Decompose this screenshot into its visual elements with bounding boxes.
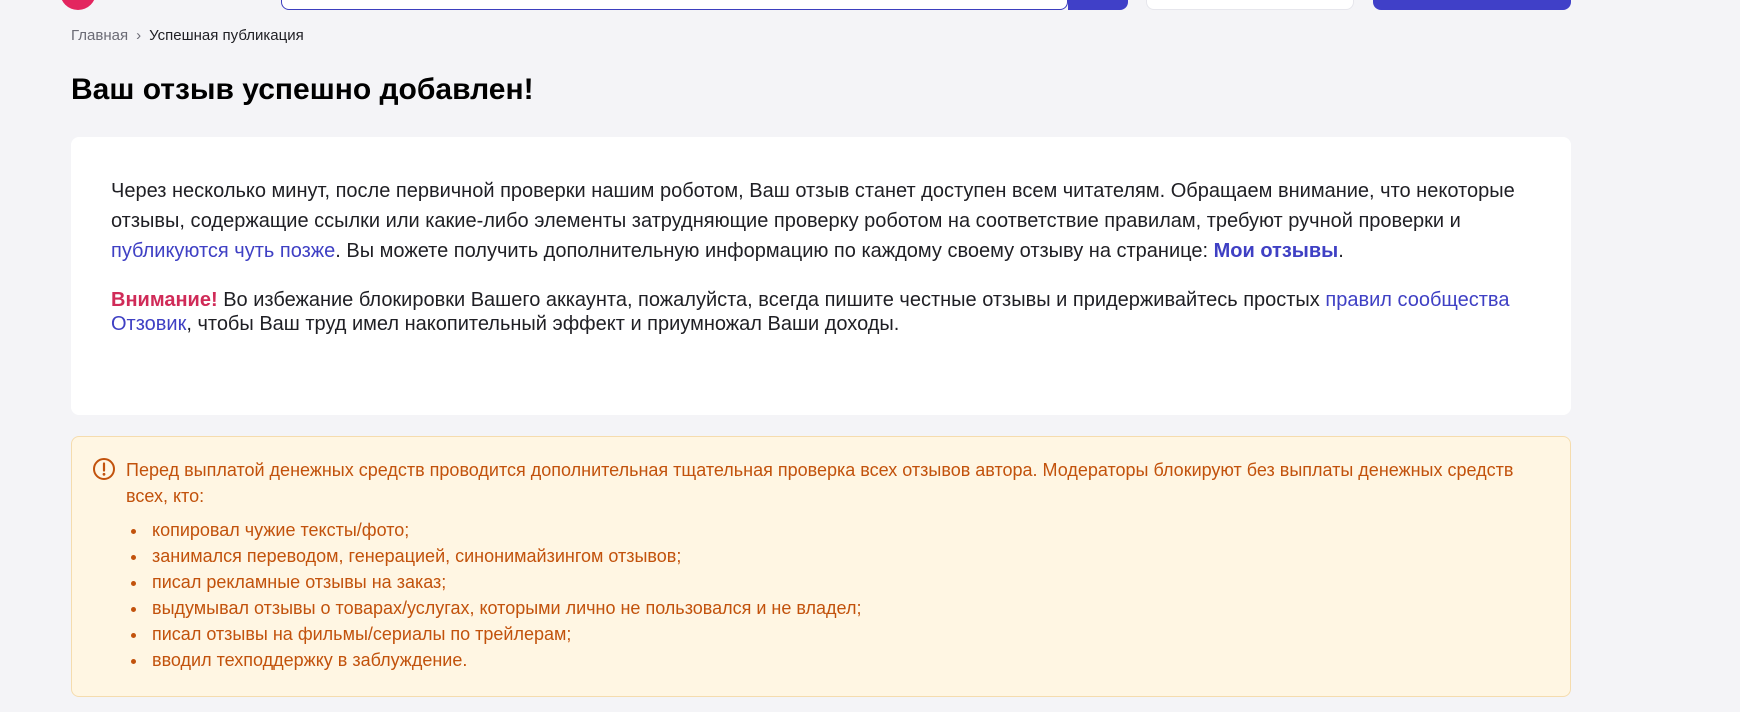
publication-info-end: . [1338,240,1344,262]
payout-notice: Перед выплатой денежных средств проводит… [71,436,1571,697]
warning-label: Внимание! [111,289,218,311]
warning-text: Во избежание блокировки Вашего аккаунта,… [217,289,1326,311]
user-menu[interactable] [1146,0,1354,10]
breadcrumb: Главная › Успешная публикация [71,26,304,46]
publication-info-text: Через несколько минут, после первичной п… [111,180,1515,232]
violations-list: копировал чужие тексты/фото; занимался п… [126,517,861,673]
search-input[interactable] [281,0,1068,10]
breadcrumb-home-link[interactable]: Главная [71,27,128,44]
warning-paragraph: Внимание! Во избежание блокировки Вашего… [111,288,1531,336]
site-logo[interactable] [60,0,96,10]
search-button[interactable] [1068,0,1128,10]
warning-text-2: , чтобы Ваш труд имел накопительный эффе… [186,313,900,335]
breadcrumb-current: Успешная публикация [149,27,304,44]
my-reviews-link[interactable]: Мои отзывы [1214,240,1339,262]
site-header [0,0,1740,12]
publication-info-paragraph: Через несколько минут, после первичной п… [111,176,1531,266]
publication-info-text-2: . Вы можете получить дополнительную инфо… [335,240,1214,262]
list-item: выдумывал отзывы о товарах/услугах, кото… [148,595,861,621]
add-review-button[interactable] [1373,0,1571,10]
list-item: копировал чужие тексты/фото; [148,517,861,543]
success-message-card: Через несколько минут, после первичной п… [71,137,1571,415]
list-item: вводил техподдержку в заблуждение. [148,647,861,673]
list-item: писал отзывы на фильмы/сериалы по трейле… [148,621,861,647]
list-item: писал рекламные отзывы на заказ; [148,569,861,595]
published-later-link[interactable]: публикуются чуть позже [111,240,335,262]
breadcrumb-separator: › [136,27,142,44]
list-item: занимался переводом, генерацией, синоним… [148,543,861,569]
exclamation-circle-icon [93,458,115,480]
page-title: Ваш отзыв успешно добавлен! [71,73,534,106]
notice-text: Перед выплатой денежных средств проводит… [126,460,1514,506]
